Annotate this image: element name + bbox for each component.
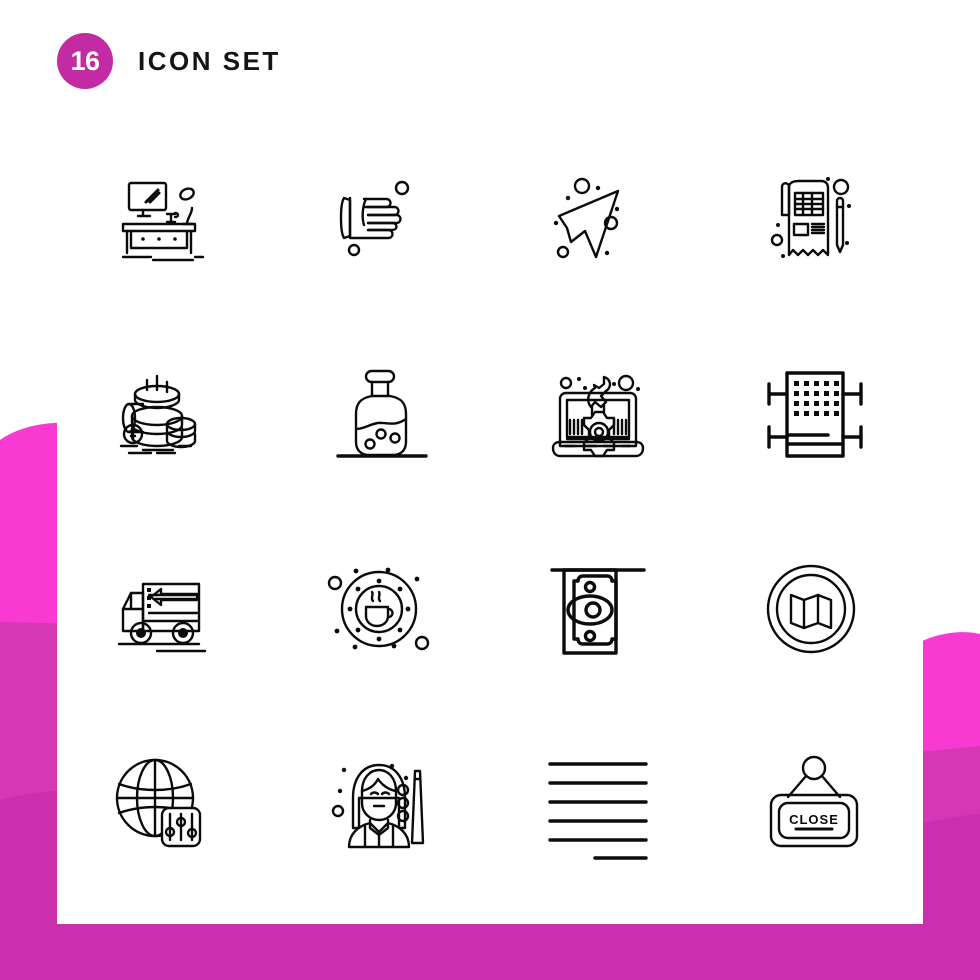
coffee-cup-circle-icon — [327, 567, 429, 650]
icon-cell-woman-avatar[interactable] — [274, 708, 491, 903]
deco-shape-right-deep — [920, 814, 980, 980]
icon-cell-globe-settings[interactable] — [57, 708, 274, 903]
potion-bottle-icon — [336, 369, 428, 458]
icon-cell-folded-map-circle[interactable] — [707, 513, 924, 708]
cursor-arrow-icon — [554, 177, 620, 258]
factory-building-icon — [767, 370, 863, 458]
icon-cell-desk-workspace[interactable] — [57, 123, 274, 318]
folded-map-circle-icon — [766, 564, 855, 653]
coin-stack-icon — [120, 374, 197, 454]
deco-shape-right-mid — [920, 746, 980, 980]
icon-cell-cursor-arrow[interactable] — [490, 123, 707, 318]
glove-hand-icon — [339, 180, 409, 256]
deco-shape-bottom-bar — [0, 924, 980, 980]
icon-cell-potion-bottle[interactable] — [274, 318, 491, 513]
icon-grid: CLOSE — [57, 123, 923, 903]
delivery-truck-icon — [118, 582, 207, 652]
icon-cell-coin-stack[interactable] — [57, 318, 274, 513]
close-sign-label: CLOSE — [789, 812, 839, 827]
icon-cell-close-sign[interactable]: CLOSE — [707, 708, 924, 903]
deco-shape-right-bright — [920, 632, 980, 980]
icon-cell-coffee-cup-circle[interactable] — [274, 513, 491, 708]
icon-cell-glove-hand[interactable] — [274, 123, 491, 318]
banknote-money-icon — [550, 567, 646, 655]
globe-settings-icon — [116, 758, 202, 847]
laptop-settings-icon — [552, 374, 645, 457]
invoice-receipt-icon — [770, 176, 851, 258]
text-lines-icon — [548, 761, 648, 860]
page-header: 16 ICON SET — [57, 33, 281, 89]
icon-cell-laptop-settings[interactable] — [490, 318, 707, 513]
woman-avatar-icon — [331, 763, 424, 848]
icon-cell-delivery-truck[interactable] — [57, 513, 274, 708]
icon-set-page: 16 ICON SET CLOSE — [0, 0, 980, 980]
icon-cell-banknote-money[interactable] — [490, 513, 707, 708]
page-title: ICON SET — [138, 45, 281, 76]
icon-cell-text-lines[interactable] — [490, 708, 707, 903]
icon-count-badge: 16 — [57, 33, 113, 89]
icon-cell-factory-building[interactable] — [707, 318, 924, 513]
icon-cell-invoice-receipt[interactable] — [707, 123, 924, 318]
desk-workspace-icon — [122, 181, 205, 261]
close-sign-icon: CLOSE — [769, 755, 858, 847]
